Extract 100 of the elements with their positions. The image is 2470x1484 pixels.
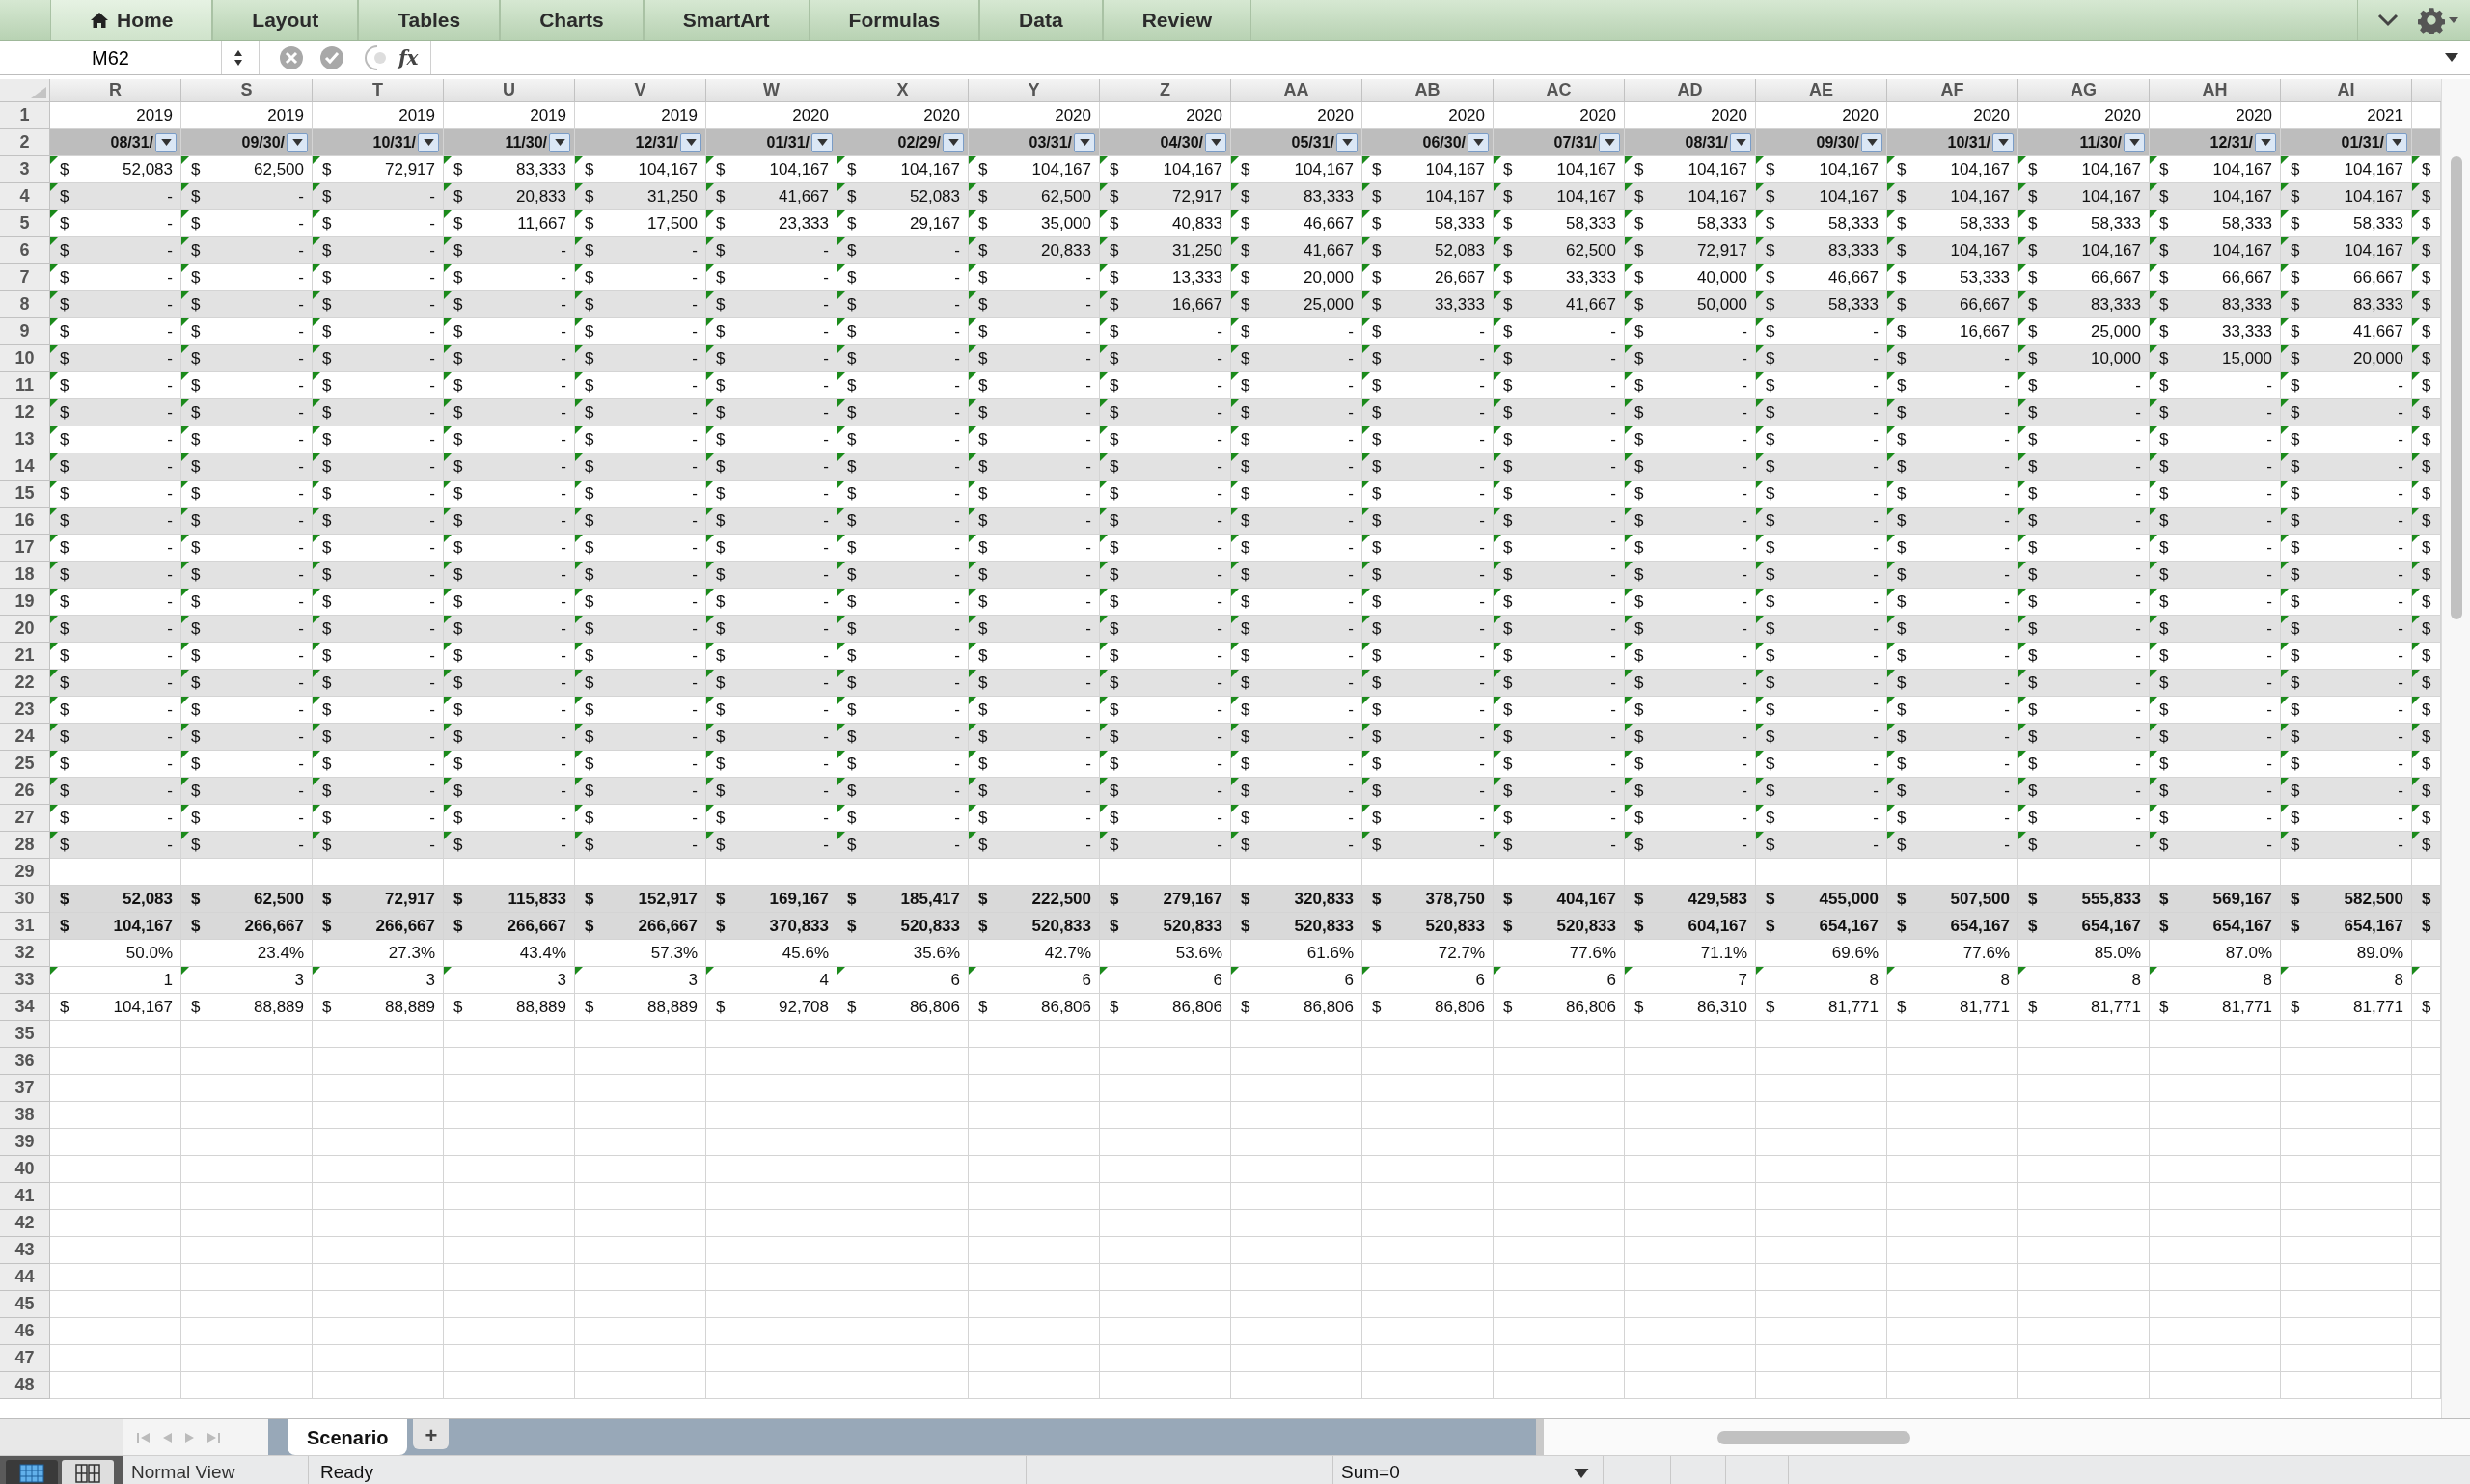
splitter-handle[interactable]	[1536, 1419, 1544, 1455]
row-header[interactable]: 8	[0, 291, 50, 318]
column-header[interactable]: W	[706, 79, 837, 102]
column-header[interactable]: AG	[2018, 79, 2150, 102]
horizontal-scrollbar[interactable]	[1544, 1419, 2470, 1455]
row-header[interactable]: 43	[0, 1237, 50, 1264]
scrollbar-thumb[interactable]	[2450, 156, 2462, 619]
row-header[interactable]: 5	[0, 210, 50, 237]
column-header[interactable]: Z	[1100, 79, 1231, 102]
filter-dropdown-button[interactable]	[1730, 132, 1751, 152]
filter-dropdown-button[interactable]	[1336, 132, 1358, 152]
row-header[interactable]: 24	[0, 724, 50, 751]
row-header[interactable]: 29	[0, 859, 50, 886]
row-header[interactable]: 10	[0, 345, 50, 372]
row-header[interactable]: 23	[0, 697, 50, 724]
filter-dropdown-button[interactable]	[2124, 132, 2145, 152]
row-header[interactable]: 28	[0, 832, 50, 859]
row-header[interactable]: 22	[0, 670, 50, 697]
row-header[interactable]: 2	[0, 129, 50, 156]
add-sheet-button[interactable]: +	[413, 1419, 450, 1449]
filter-dropdown-button[interactable]	[155, 132, 177, 152]
row-header[interactable]: 27	[0, 805, 50, 832]
vertical-scrollbar[interactable]	[2441, 79, 2470, 1418]
row-header[interactable]: 33	[0, 967, 50, 994]
sheet-tab[interactable]: Scenario	[288, 1419, 408, 1455]
row-header[interactable]: 26	[0, 778, 50, 805]
filter-dropdown-button[interactable]	[680, 132, 701, 152]
row-header[interactable]: 32	[0, 940, 50, 967]
row-header[interactable]: 45	[0, 1291, 50, 1318]
column-header[interactable]: R	[50, 79, 181, 102]
ribbon-tab[interactable]: SmartArt	[643, 0, 810, 40]
ribbon-tab[interactable]: Home	[50, 0, 213, 40]
row-header[interactable]: 40	[0, 1156, 50, 1183]
stepper-icon[interactable]	[233, 48, 243, 67]
row-header[interactable]: 7	[0, 264, 50, 291]
row-header[interactable]: 47	[0, 1345, 50, 1372]
filter-dropdown-button[interactable]	[1205, 132, 1226, 152]
row-header[interactable]: 1	[0, 102, 50, 129]
row-header[interactable]: 31	[0, 913, 50, 940]
column-header[interactable]: V	[575, 79, 706, 102]
row-header[interactable]: 41	[0, 1183, 50, 1210]
row-header[interactable]: 44	[0, 1264, 50, 1291]
column-header[interactable]: AC	[1494, 79, 1625, 102]
ribbon-tab[interactable]: Charts	[500, 0, 644, 40]
row-header[interactable]: 20	[0, 616, 50, 643]
row-header[interactable]: 30	[0, 886, 50, 913]
row-header[interactable]: 42	[0, 1210, 50, 1237]
row-header[interactable]: 11	[0, 372, 50, 399]
check-icon[interactable]	[319, 44, 344, 70]
column-header[interactable]: AI	[2281, 79, 2412, 102]
column-header[interactable]: U	[444, 79, 575, 102]
caret-down-icon[interactable]	[2445, 53, 2458, 62]
row-header[interactable]: 16	[0, 508, 50, 535]
filter-dropdown-button[interactable]	[549, 132, 570, 152]
row-header[interactable]: 19	[0, 589, 50, 616]
row-header[interactable]: 46	[0, 1318, 50, 1345]
column-header[interactable]: AD	[1625, 79, 1756, 102]
column-header[interactable]: AF	[1887, 79, 2018, 102]
filter-dropdown-button[interactable]	[811, 132, 833, 152]
ribbon-tab[interactable]: Data	[979, 0, 1103, 40]
filter-dropdown-button[interactable]	[1074, 132, 1095, 152]
filter-dropdown-button[interactable]	[943, 132, 964, 152]
column-header[interactable]: T	[313, 79, 444, 102]
row-header[interactable]: 13	[0, 426, 50, 453]
column-header[interactable]: AH	[2150, 79, 2281, 102]
ribbon-tab[interactable]: Formulas	[809, 0, 980, 40]
column-header[interactable]: AA	[1231, 79, 1362, 102]
row-header[interactable]: 34	[0, 994, 50, 1021]
chevron-down-icon[interactable]	[2377, 13, 2399, 27]
page-layout-view-button[interactable]	[62, 1459, 114, 1484]
ribbon-tab[interactable]: Review	[1102, 0, 1251, 40]
scrollbar-thumb[interactable]	[1717, 1430, 1910, 1444]
filter-dropdown-button[interactable]	[1861, 132, 1882, 152]
filter-dropdown-button[interactable]	[287, 132, 308, 152]
row-header[interactable]: 17	[0, 535, 50, 562]
row-header[interactable]: 6	[0, 237, 50, 264]
filter-dropdown-button[interactable]	[2386, 132, 2407, 152]
function-button[interactable]: fx	[398, 42, 419, 72]
filter-dropdown-button[interactable]	[1992, 132, 2014, 152]
row-header[interactable]: 21	[0, 643, 50, 670]
row-header[interactable]: 39	[0, 1129, 50, 1156]
sum-dropdown[interactable]: Sum=0	[1333, 1456, 1604, 1484]
row-header[interactable]: 48	[0, 1372, 50, 1399]
row-header[interactable]: 9	[0, 318, 50, 345]
row-header[interactable]: 3	[0, 156, 50, 183]
row-header[interactable]: 35	[0, 1021, 50, 1048]
ribbon-tab[interactable]: Layout	[212, 0, 359, 40]
ribbon-tab[interactable]: Tables	[358, 0, 501, 40]
column-header[interactable]: Y	[969, 79, 1100, 102]
row-header[interactable]: 38	[0, 1102, 50, 1129]
filter-dropdown-button[interactable]	[2255, 132, 2276, 152]
filter-dropdown-button[interactable]	[418, 132, 439, 152]
filter-dropdown-button[interactable]	[1599, 132, 1620, 152]
row-header[interactable]: 14	[0, 453, 50, 481]
row-header[interactable]: 15	[0, 481, 50, 508]
row-header[interactable]: 12	[0, 399, 50, 426]
normal-view-button[interactable]	[6, 1459, 58, 1484]
settings-icon[interactable]	[2418, 6, 2458, 34]
column-header[interactable]: AE	[1756, 79, 1887, 102]
row-header[interactable]: 37	[0, 1075, 50, 1102]
